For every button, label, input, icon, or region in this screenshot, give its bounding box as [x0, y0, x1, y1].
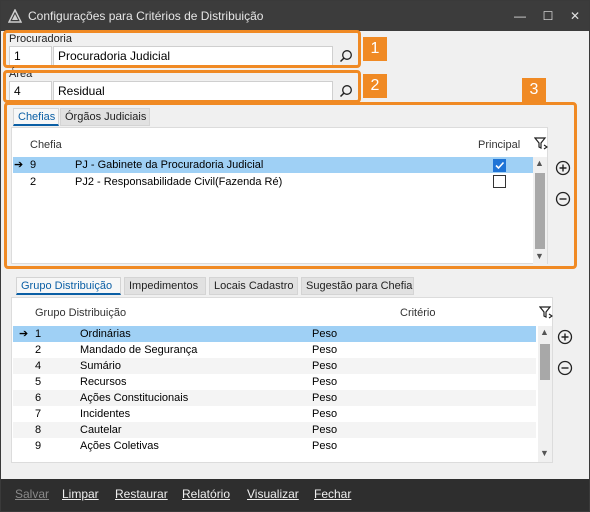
- relatorio-button[interactable]: Relatório: [182, 487, 230, 501]
- scroll-up-icon[interactable]: ▲: [540, 327, 549, 337]
- grupo-name-cell: Mandado de Segurança: [80, 344, 198, 356]
- grupo-code-cell: 8: [35, 424, 42, 436]
- app-logo-icon: [7, 8, 23, 26]
- highlight-box-2: [3, 70, 361, 103]
- criterio-column-header[interactable]: Critério: [400, 307, 435, 319]
- grupo-code-cell: 9: [35, 440, 42, 452]
- highlight-box-1: [3, 30, 361, 68]
- salvar-button[interactable]: Salvar: [15, 487, 49, 501]
- badge-1: 1: [363, 37, 387, 61]
- grupo-name-cell: Ações Constitucionais: [80, 392, 189, 404]
- filter-icon[interactable]: [538, 305, 554, 322]
- criterio-cell: Peso: [312, 392, 338, 404]
- tab-grupo-distribuicao[interactable]: Grupo Distribuição: [16, 277, 121, 295]
- table-row[interactable]: 9 Ações Coletivas Peso: [13, 438, 536, 454]
- grupo-name-cell: Ordinárias: [80, 328, 131, 340]
- restaurar-button[interactable]: Restaurar: [115, 487, 168, 501]
- tab-sugestao-para-chefia[interactable]: Sugestão para Chefia: [301, 277, 414, 295]
- grupo-scrollbar[interactable]: ▲ ▼: [538, 326, 552, 462]
- table-row[interactable]: 2 Mandado de Segurança Peso: [13, 342, 536, 358]
- grupo-code-cell: 1: [35, 328, 42, 340]
- criterio-cell: Peso: [312, 328, 338, 340]
- table-row[interactable]: 8 Cautelar Peso: [13, 422, 536, 438]
- main-window: Configurações para Critérios de Distribu…: [0, 0, 590, 512]
- title-bar: Configurações para Critérios de Distribu…: [1, 1, 589, 31]
- visualizar-button[interactable]: Visualizar: [247, 487, 299, 501]
- plus-circle-icon: [557, 329, 573, 345]
- scrollbar-thumb[interactable]: [540, 344, 550, 380]
- table-row[interactable]: 4 Sumário Peso: [13, 358, 536, 374]
- fechar-button[interactable]: Fechar: [314, 487, 351, 501]
- minus-circle-icon: [557, 360, 573, 376]
- scroll-down-icon[interactable]: ▼: [540, 448, 549, 458]
- grupo-name-cell: Incidentes: [80, 408, 131, 420]
- criterio-cell: Peso: [312, 440, 338, 452]
- table-row[interactable]: 7 Incidentes Peso: [13, 406, 536, 422]
- bottom-toolbar: Salvar Limpar Restaurar Relatório Visual…: [1, 479, 589, 511]
- grupo-name-cell: Cautelar: [80, 424, 122, 436]
- window-title: Configurações para Critérios de Distribu…: [28, 9, 264, 23]
- minimize-button[interactable]: —: [508, 5, 532, 27]
- tab-locais-cadastro[interactable]: Locais Cadastro: [209, 277, 298, 295]
- criterio-cell: Peso: [312, 344, 338, 356]
- grupo-code-cell: 5: [35, 376, 42, 388]
- table-row[interactable]: 6 Ações Constitucionais Peso: [13, 390, 536, 406]
- row-pointer-icon: ➔: [19, 328, 29, 340]
- grupo-code-cell: 6: [35, 392, 42, 404]
- limpar-button[interactable]: Limpar: [62, 487, 99, 501]
- grupo-column-header[interactable]: Grupo Distribuição: [35, 307, 126, 319]
- grupo-name-cell: Sumário: [80, 360, 121, 372]
- grupo-grid: Grupo Distribuição Critério ➔ 1 Ordinári…: [11, 297, 554, 463]
- criterio-cell: Peso: [312, 408, 338, 420]
- maximize-button[interactable]: ☐: [536, 5, 560, 27]
- close-button[interactable]: ✕: [563, 5, 587, 27]
- grupo-code-cell: 4: [35, 360, 42, 372]
- table-row[interactable]: 5 Recursos Peso: [13, 374, 536, 390]
- badge-2: 2: [363, 74, 387, 98]
- badge-3: 3: [522, 78, 546, 102]
- highlight-box-3: [4, 102, 577, 269]
- grupo-name-cell: Recursos: [80, 376, 127, 388]
- grupo-code-cell: 7: [35, 408, 42, 420]
- tab-impedimentos[interactable]: Impedimentos: [124, 277, 206, 295]
- add-grupo-button[interactable]: [557, 329, 573, 345]
- remove-grupo-button[interactable]: [557, 360, 573, 376]
- table-row[interactable]: ➔ 1 Ordinárias Peso: [13, 326, 536, 342]
- criterio-cell: Peso: [312, 360, 338, 372]
- criterio-cell: Peso: [312, 376, 338, 388]
- criterio-cell: Peso: [312, 424, 338, 436]
- grupo-name-cell: Ações Coletivas: [80, 440, 159, 452]
- grupo-code-cell: 2: [35, 344, 42, 356]
